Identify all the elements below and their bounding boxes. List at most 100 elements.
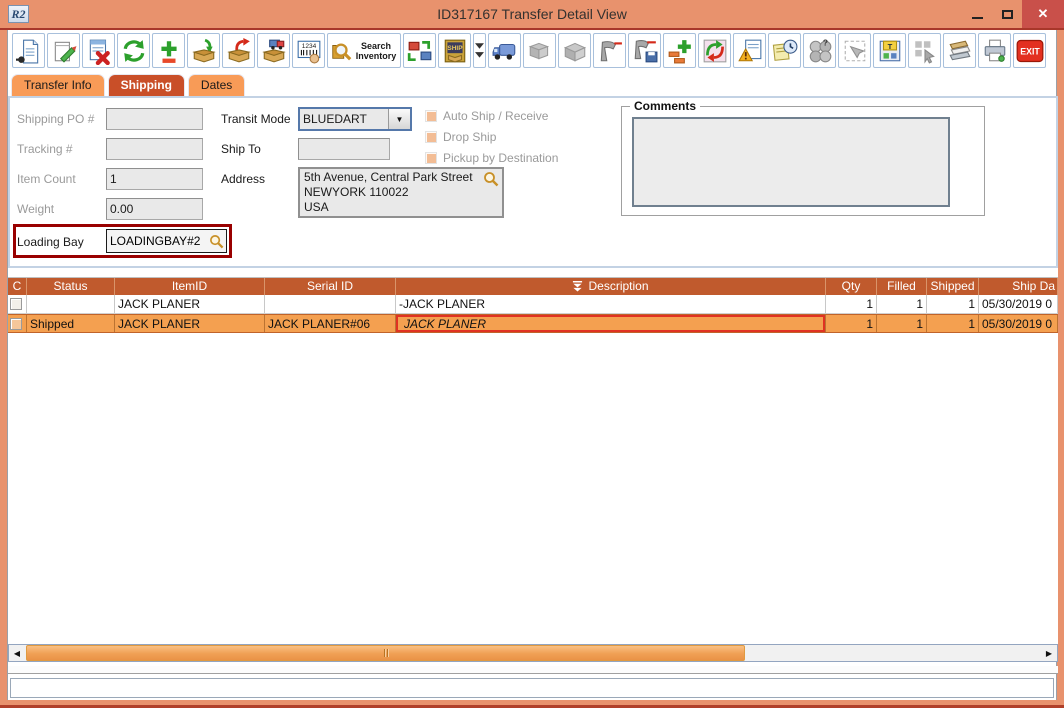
copy-items-button-disabled	[523, 33, 556, 68]
row1-filled: 1	[877, 295, 927, 313]
save-template-button[interactable]: T	[873, 33, 906, 68]
col-header-itemid[interactable]: ItemID	[115, 278, 265, 295]
pickup-by-destination-row: Pickup by Destination	[425, 150, 558, 166]
add-remove-button[interactable]	[152, 33, 185, 68]
transfer-button[interactable]	[257, 33, 290, 68]
tracking-field[interactable]	[106, 138, 203, 160]
shipping-po-field[interactable]	[106, 108, 203, 130]
row2-checkbox[interactable]	[10, 318, 22, 330]
ship-item-button[interactable]	[222, 33, 255, 68]
col-header-filled[interactable]: Filled	[877, 278, 927, 295]
attach-button[interactable]	[698, 33, 731, 68]
comments-groupbox: Comments	[621, 106, 985, 216]
transfer-detail-window: R2 ID317167 Transfer Detail View ✕ 1234 …	[0, 0, 1064, 708]
copy-disabled-icon	[527, 37, 553, 65]
tiles-disabled-icon	[912, 37, 938, 65]
col-header-status[interactable]: Status	[27, 278, 115, 295]
tab-shipping[interactable]: Shipping	[108, 74, 185, 96]
marquee-disabled-icon	[842, 37, 868, 65]
thumb-grip-icon	[387, 649, 388, 657]
row1-shipdate: 05/30/2019 0	[979, 295, 1058, 313]
auto-ship-receive-row: Auto Ship / Receive	[425, 108, 548, 124]
tab-dates[interactable]: Dates	[188, 74, 245, 96]
grid-row-2[interactable]: Shipped JACK PLANER JACK PLANER#06 JACK …	[8, 314, 1058, 333]
toolbar: 1234 Search Inventory SHIP ? T EXIT	[8, 30, 1056, 72]
row1-serialid	[265, 295, 396, 313]
pickup-by-destination-label: Pickup by Destination	[443, 151, 558, 165]
query-button[interactable]: ?	[803, 33, 836, 68]
grid-row-1[interactable]: JACK PLANER -JACK PLANER 1 1 1 05/30/201…	[8, 295, 1058, 314]
scanner-button[interactable]	[593, 33, 626, 68]
drop-ship-row: Drop Ship	[425, 129, 496, 145]
pickup-by-destination-checkbox[interactable]	[425, 152, 437, 164]
transfer-box-icon	[261, 37, 287, 65]
scrollbar-track[interactable]	[25, 645, 1041, 661]
address-field[interactable]: 5th Avenue, Central Park Street NEWYORK …	[298, 167, 504, 218]
drop-ship-label: Drop Ship	[443, 130, 496, 144]
transit-mode-dropdown[interactable]: BLUEDART ▼	[298, 107, 412, 131]
status-divider	[8, 666, 1058, 674]
transit-mode-arrow-button[interactable]: ▼	[388, 109, 410, 129]
col-header-description[interactable]: Description	[396, 278, 826, 295]
add-components-button[interactable]	[663, 33, 696, 68]
comments-textarea[interactable]	[632, 117, 950, 207]
arrow-right-icon: ▶	[1046, 649, 1052, 658]
svg-text:EXIT: EXIT	[1020, 46, 1040, 56]
weight-label: Weight	[17, 198, 54, 220]
col-header-shipdate[interactable]: Ship Da	[979, 278, 1058, 295]
ship-to-field[interactable]	[298, 138, 390, 160]
scroll-right-button[interactable]: ▶	[1041, 645, 1057, 661]
scanner-save-icon	[632, 37, 658, 65]
col-header-qty[interactable]: Qty	[826, 278, 877, 295]
swap-boxes-button[interactable]	[403, 33, 436, 68]
notes-clock-icon	[772, 37, 798, 65]
new-document-button[interactable]	[12, 33, 45, 68]
edit-button[interactable]	[47, 33, 80, 68]
loading-bay-label: Loading Bay	[17, 231, 84, 253]
ship-options-dropdown[interactable]	[473, 33, 486, 68]
delete-button[interactable]	[82, 33, 115, 68]
notes-history-button[interactable]	[768, 33, 801, 68]
print-button[interactable]	[978, 33, 1011, 68]
loading-bay-field[interactable]: LOADINGBAY#2	[106, 229, 227, 253]
exit-button[interactable]: EXIT	[1013, 33, 1046, 68]
fault-report-button[interactable]	[733, 33, 766, 68]
tiles-button-disabled	[908, 33, 941, 68]
weight-field[interactable]: 0.00	[106, 198, 203, 220]
item-count-field[interactable]: 1	[106, 168, 203, 190]
row1-shipped: 1	[927, 295, 979, 313]
col-header-serialid[interactable]: Serial ID	[265, 278, 396, 295]
refresh-button[interactable]	[117, 33, 150, 68]
items-grid: C Status ItemID Serial ID Description Qt…	[8, 278, 1058, 662]
search-inventory-button[interactable]: Search Inventory	[327, 33, 401, 68]
scrollbar-thumb[interactable]	[26, 645, 745, 661]
address-search-icon[interactable]	[483, 171, 499, 187]
tab-transfer-info[interactable]: Transfer Info	[11, 74, 105, 96]
scanner-save-button[interactable]	[628, 33, 661, 68]
drop-ship-checkbox[interactable]	[425, 131, 437, 143]
minimize-button[interactable]	[962, 0, 992, 28]
auto-ship-receive-checkbox[interactable]	[425, 110, 437, 122]
documents-stack-button[interactable]	[943, 33, 976, 68]
row1-checkbox[interactable]	[10, 298, 22, 310]
address-line-3: USA	[304, 200, 498, 215]
loading-bay-search-icon[interactable]	[209, 234, 224, 249]
receive-item-button[interactable]	[187, 33, 220, 68]
shipping-po-label: Shipping PO #	[17, 108, 94, 130]
row1-description: -JACK PLANER	[396, 295, 826, 313]
close-button[interactable]: ✕	[1022, 0, 1064, 28]
barcode-button[interactable]: 1234	[292, 33, 325, 68]
truck-icon	[492, 37, 518, 65]
col-header-shipped[interactable]: Shipped	[927, 278, 979, 295]
transit-mode-label: Transit Mode	[221, 108, 291, 130]
scroll-left-button[interactable]: ◀	[9, 645, 25, 661]
col-header-check[interactable]: C	[8, 278, 27, 295]
scanner-gun-icon	[597, 37, 623, 65]
truck-button[interactable]	[488, 33, 521, 68]
ship-stamp-button[interactable]: SHIP	[438, 33, 471, 68]
ship-stamp-icon: SHIP	[442, 37, 468, 65]
window-title: ID317167 Transfer Detail View	[0, 0, 1064, 28]
maximize-button[interactable]	[992, 0, 1022, 28]
row1-qty: 1	[826, 295, 877, 313]
transit-mode-value: BLUEDART	[300, 109, 388, 129]
